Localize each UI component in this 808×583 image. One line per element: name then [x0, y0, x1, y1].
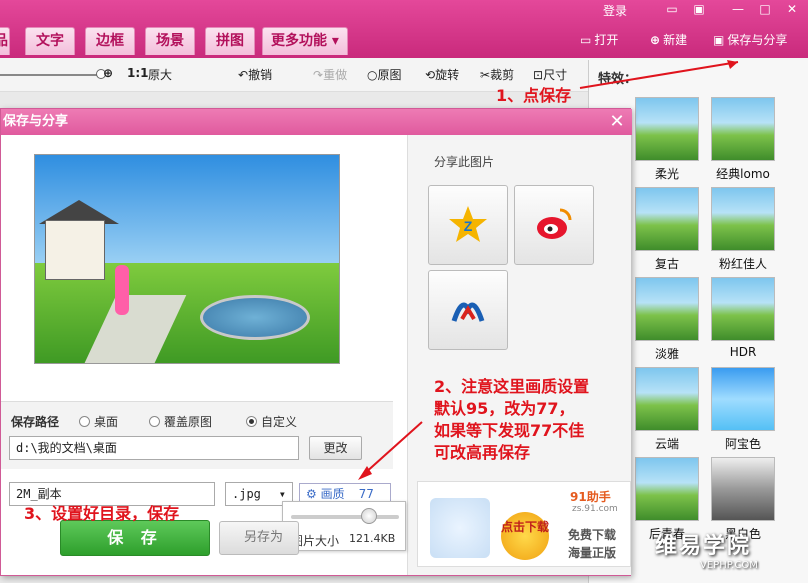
watermark-url: VEPHP.COM [700, 560, 758, 571]
annotation-step-2-line-4: 可改高再保存 [434, 443, 531, 462]
annotation-step-2-line-1: 2、注意这里画质设置 [434, 377, 590, 396]
arrow-line-2 [363, 421, 423, 475]
annotation-step-3: 3、设置好目录，保存 [24, 504, 180, 523]
annotation-step-2-line-2: 默认95，改为77， [434, 399, 575, 418]
arrow-line-1 [579, 61, 739, 89]
annotation-arrows [358, 60, 739, 480]
watermark-logo: 维易学院 [655, 534, 752, 559]
annotation-step-1: 1、点保存 [496, 86, 572, 105]
annotation-step-2-line-3: 如果等下发现77不佳 [434, 421, 585, 440]
